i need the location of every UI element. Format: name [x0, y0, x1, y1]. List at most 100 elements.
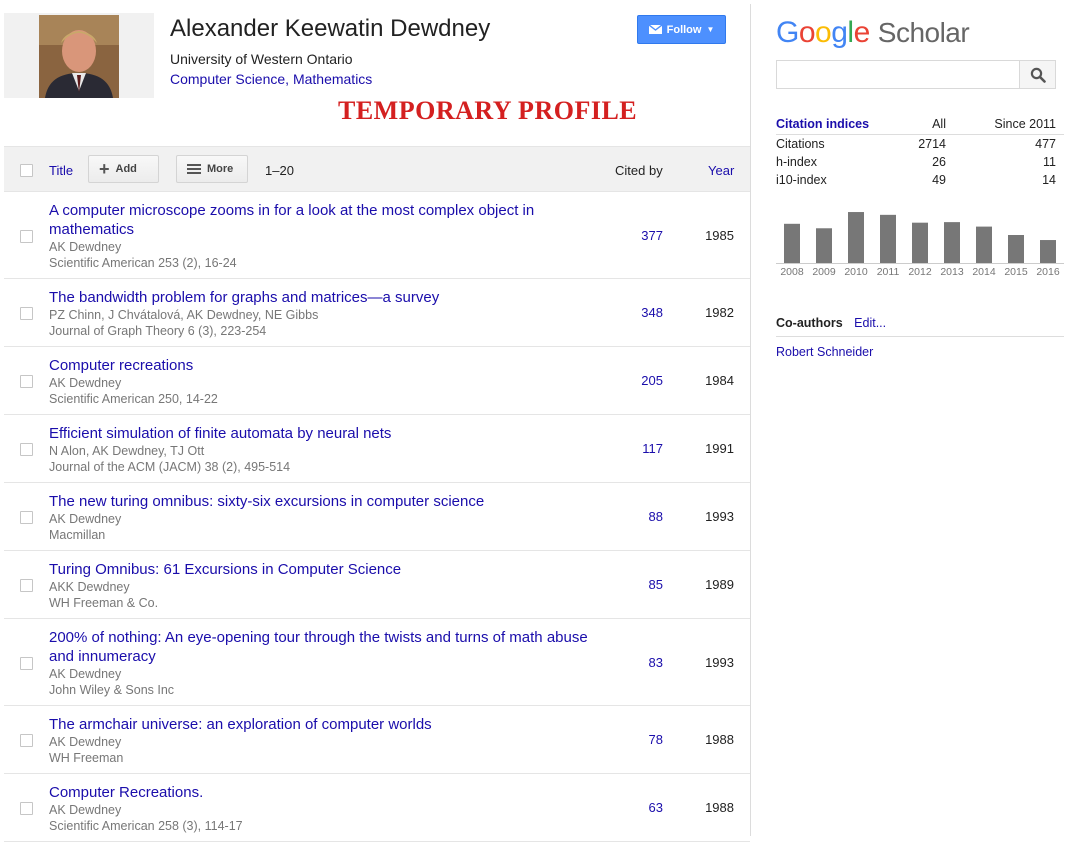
article-year: 1988	[705, 800, 734, 815]
article-venue: Scientific American 253 (2), 16-24	[49, 256, 237, 270]
chart-bar-2008[interactable]	[784, 223, 800, 263]
chart-tick-label: 2011	[877, 266, 900, 278]
article-title[interactable]: Efficient simulation of finite automata …	[49, 425, 391, 442]
article-row: Computer recreations AK Dewdney Scientific…	[4, 347, 750, 415]
article-checkbox[interactable]	[20, 802, 33, 815]
article-title[interactable]: Computer recreations	[49, 357, 193, 374]
article-cited-by[interactable]: 117	[584, 441, 663, 456]
article-cited-by[interactable]: 88	[584, 509, 663, 524]
article-year: 1991	[705, 441, 734, 456]
chart-bar-2016[interactable]	[1040, 240, 1056, 263]
chart-bar-2013[interactable]	[944, 222, 960, 263]
chart-bar-2012[interactable]	[912, 222, 928, 263]
article-title[interactable]: The new turing omnibus: sixty-six excurs…	[49, 493, 484, 510]
article-cited-by[interactable]: 78	[584, 732, 663, 747]
index-all: 26	[932, 155, 946, 169]
chart-bar-2009[interactable]	[816, 228, 832, 263]
select-all-checkbox[interactable]	[20, 164, 33, 177]
article-title[interactable]: 200% of nothing: An eye-opening tour thr…	[49, 629, 588, 665]
cited-by-header: Cited by	[615, 163, 663, 178]
menu-icon	[187, 164, 201, 174]
article-title[interactable]: Computer Recreations.	[49, 784, 203, 801]
article-authors: AK Dewdney	[49, 803, 122, 817]
result-range: 1–20	[265, 163, 294, 178]
citation-index-row: i10-index 49 14	[776, 171, 1064, 189]
envelope-icon	[648, 25, 662, 34]
more-button[interactable]: More	[176, 155, 248, 183]
chart-tick-label: 2013	[940, 266, 964, 278]
chart-bar-2011[interactable]	[880, 214, 896, 263]
sort-by-year[interactable]: Year	[708, 163, 734, 178]
article-authors: AK Dewdney	[49, 735, 122, 749]
article-title[interactable]: The armchair universe: an exploration of…	[49, 716, 432, 733]
profile-affiliation: University of Western Ontario	[170, 51, 353, 67]
citations-per-year-chart: 2008 2009 2010 2011 2012 2013 2014 2015 2016	[776, 212, 1064, 278]
article-year: 1984	[705, 373, 734, 388]
article-authors: AKK Dewdney	[49, 580, 130, 594]
articles-toolbar: Title + Add More 1–20 Cited by Year	[4, 146, 750, 192]
article-year: 1988	[705, 732, 734, 747]
article-checkbox[interactable]	[20, 307, 33, 320]
google-scholar-logo[interactable]: Google Scholar	[776, 16, 970, 50]
article-venue: Journal of the ACM (JACM) 38 (2), 495-51…	[49, 460, 291, 474]
article-checkbox[interactable]	[20, 511, 33, 524]
chart-bar-2014[interactable]	[976, 226, 992, 263]
article-title[interactable]: The bandwidth problem for graphs and mat…	[49, 289, 439, 306]
article-venue: John Wiley & Sons Inc	[49, 683, 175, 697]
chart-tick-label: 2014	[972, 266, 996, 278]
article-authors: AK Dewdney	[49, 512, 122, 526]
add-button[interactable]: + Add	[88, 155, 159, 183]
index-label: h-index	[776, 155, 817, 169]
article-title[interactable]: A computer microscope zooms in for a loo…	[49, 202, 534, 238]
article-cited-by[interactable]: 348	[584, 305, 663, 320]
chart-bar-2015[interactable]	[1008, 235, 1024, 263]
article-cited-by[interactable]: 83	[584, 655, 663, 670]
citation-index-row: h-index 26 11	[776, 153, 1064, 171]
coauthor-link[interactable]: Robert Schneider	[776, 345, 873, 359]
article-row: 200% of nothing: An eye-opening tour thr…	[4, 619, 750, 706]
article-authors: N Alon, AK Dewdney, TJ Ott	[49, 444, 205, 458]
article-checkbox[interactable]	[20, 579, 33, 592]
article-row: The bandwidth problem for graphs and mat…	[4, 279, 750, 347]
article-row: The new turing omnibus: sixty-six excurs…	[4, 483, 750, 551]
article-checkbox[interactable]	[20, 230, 33, 243]
profile-photo	[39, 15, 119, 98]
article-cited-by[interactable]: 377	[584, 228, 663, 243]
article-checkbox[interactable]	[20, 443, 33, 456]
article-checkbox[interactable]	[20, 657, 33, 670]
article-year: 1993	[705, 655, 734, 670]
sort-by-title[interactable]: Title	[49, 163, 73, 178]
article-row: Turing Omnibus: 61 Excursions in Compute…	[4, 551, 750, 619]
article-title[interactable]: Turing Omnibus: 61 Excursions in Compute…	[49, 561, 401, 578]
chart-tick-label: 2016	[1036, 266, 1060, 278]
search-input[interactable]	[776, 60, 1020, 89]
article-checkbox[interactable]	[20, 734, 33, 747]
article-cited-by[interactable]: 205	[584, 373, 663, 388]
coauthors-header: Co-authors Edit...	[776, 316, 1064, 337]
profile-interests[interactable]: Computer Science, Mathematics	[170, 71, 372, 87]
col-since: Since 2011	[946, 114, 1064, 135]
article-venue: Journal of Graph Theory 6 (3), 223-254	[49, 324, 267, 338]
citation-indices-heading[interactable]: Citation indices	[776, 114, 876, 135]
search-button[interactable]	[1019, 60, 1056, 89]
chart-tick-label: 2009	[812, 266, 836, 278]
article-venue: Macmillan	[49, 528, 106, 542]
index-all: 2714	[918, 137, 946, 151]
article-venue: WH Freeman & Co.	[49, 596, 159, 610]
article-row: Efficient simulation of finite automata …	[4, 415, 750, 483]
temporary-profile-banner: TEMPORARY PROFILE	[338, 96, 638, 125]
index-label: i10-index	[776, 173, 827, 187]
article-year: 1982	[705, 305, 734, 320]
article-cited-by[interactable]: 85	[584, 577, 663, 592]
coauthors-edit-link[interactable]: Edit...	[854, 316, 886, 330]
follow-button[interactable]: Follow ▼	[637, 15, 726, 44]
citation-index-row: Citations 2714 477	[776, 135, 1064, 154]
column-divider	[750, 4, 751, 836]
article-cited-by[interactable]: 63	[584, 800, 663, 815]
article-checkbox[interactable]	[20, 375, 33, 388]
article-year: 1985	[705, 228, 734, 243]
chart-bar-2010[interactable]	[848, 212, 864, 263]
article-year: 1989	[705, 577, 734, 592]
follow-label: Follow	[666, 23, 702, 36]
article-year: 1993	[705, 509, 734, 524]
